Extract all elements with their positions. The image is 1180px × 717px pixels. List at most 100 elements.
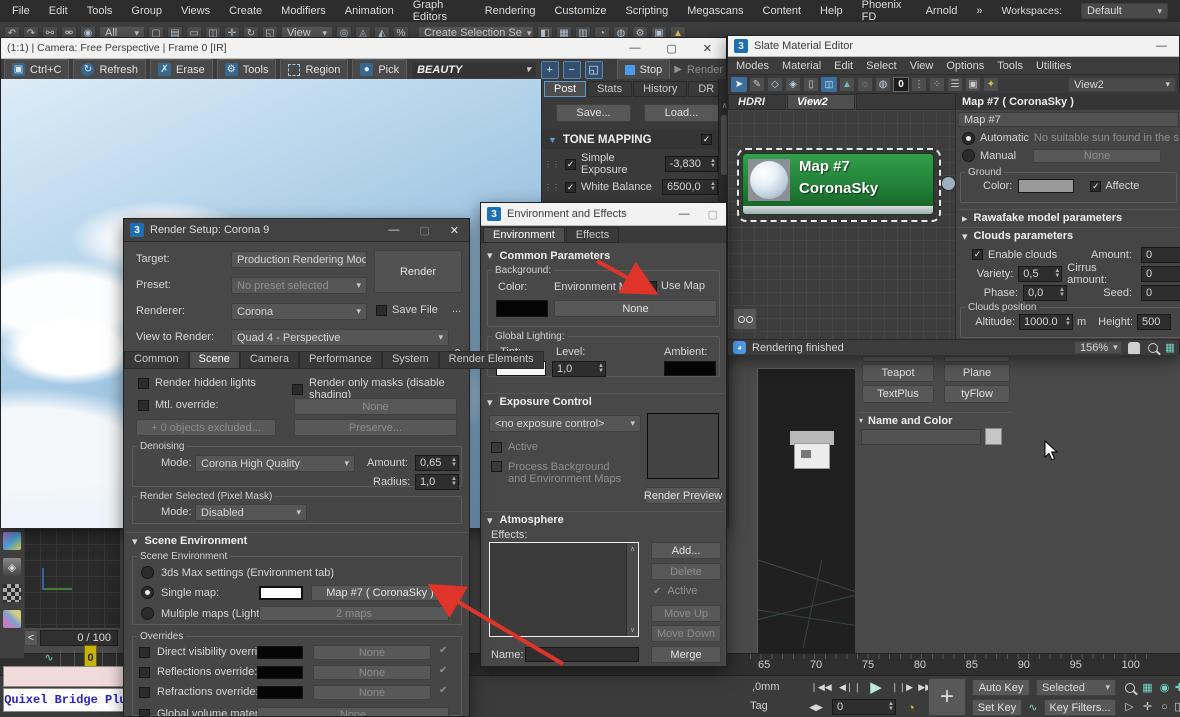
maximize-viewport-icon[interactable]: ✚ bbox=[1172, 680, 1180, 695]
atmosphere-add-button[interactable]: Add... bbox=[651, 542, 721, 559]
use-map-checkbox[interactable] bbox=[646, 281, 657, 292]
default-in-out-tangents-icon[interactable]: ∿ bbox=[1026, 700, 1040, 714]
ambient-swatch[interactable] bbox=[664, 361, 716, 376]
save-file-checkbox[interactable] bbox=[376, 305, 387, 316]
exposure-control-header[interactable]: ▾ Exposure Control bbox=[483, 393, 724, 410]
coronasky-node[interactable]: Map #7 CoronaSky bbox=[737, 148, 941, 222]
mtl-override-none-button[interactable]: None bbox=[294, 398, 457, 415]
workspace-dropdown[interactable]: Default bbox=[1081, 3, 1168, 19]
vfb-refresh-button[interactable]: ↻Refresh bbox=[73, 59, 146, 80]
set-key-button[interactable]: Set Key bbox=[972, 699, 1022, 716]
env-maximize-button[interactable]: ▢ bbox=[708, 208, 718, 221]
background-color-swatch[interactable] bbox=[496, 300, 548, 317]
enable-clouds-checkbox[interactable]: ✓ bbox=[972, 249, 983, 260]
layout-zero-icon[interactable]: 0 bbox=[893, 77, 909, 92]
slate-view-combo[interactable]: View2 bbox=[1068, 77, 1176, 92]
bottom-left-viewport[interactable] bbox=[24, 528, 120, 628]
global-volume-none-button[interactable]: None bbox=[257, 707, 449, 716]
slate-menu-view[interactable]: View bbox=[910, 60, 934, 72]
highlight-assets-icon[interactable]: ✦ bbox=[983, 77, 999, 92]
simple-exposure-spinner[interactable]: -3,830▲▼ bbox=[665, 156, 718, 172]
reflections-none-button[interactable]: None bbox=[313, 665, 431, 680]
variety-spinner[interactable]: 0,5▲▼ bbox=[1018, 266, 1062, 282]
render-hidden-lights-checkbox[interactable] bbox=[138, 378, 149, 389]
move-up-button[interactable]: Move Up bbox=[651, 605, 721, 622]
button-sliver[interactable] bbox=[944, 356, 1010, 362]
renderer-dropdown[interactable]: Corona bbox=[231, 303, 367, 320]
view-to-render-dropdown[interactable]: Quad 4 - Perspective bbox=[231, 329, 449, 346]
tab-empty[interactable] bbox=[856, 93, 956, 110]
single-map-button[interactable]: Map #7 ( CoronaSky ) bbox=[311, 585, 449, 601]
vfb-render-button[interactable]: ▶Render bbox=[674, 64, 723, 76]
merge-button[interactable]: Merge bbox=[651, 646, 721, 663]
vfb-erase-button[interactable]: ✗Erase bbox=[150, 59, 213, 80]
single-map-color-swatch[interactable] bbox=[259, 586, 303, 600]
atmosphere-header[interactable]: ▾ Atmosphere bbox=[483, 511, 724, 528]
field-of-view-icon[interactable]: ○ bbox=[1157, 699, 1172, 714]
mini-listener-pink[interactable] bbox=[3, 666, 135, 687]
seed-spinner[interactable]: 0 bbox=[1141, 285, 1180, 301]
tab-camera[interactable]: Camera bbox=[240, 351, 299, 369]
layers-macro-icon[interactable]: ◈ bbox=[3, 558, 21, 576]
exposure-control-dropdown[interactable]: <no exposure control> bbox=[489, 415, 641, 432]
preset-dropdown[interactable]: No preset selected bbox=[231, 277, 367, 294]
direct-visibility-none-button[interactable]: None bbox=[313, 645, 431, 660]
altitude-spinner[interactable]: 1000.0▲▼ bbox=[1019, 314, 1073, 330]
slate-menu-options[interactable]: Options bbox=[946, 60, 984, 72]
atmosphere-delete-button[interactable]: Delete bbox=[651, 563, 721, 580]
render-button[interactable]: Render bbox=[374, 250, 462, 293]
menu-edit[interactable]: Edit bbox=[49, 5, 68, 17]
target-dropdown[interactable]: Production Rendering Mode bbox=[231, 251, 367, 268]
zoom-in-icon[interactable]: + bbox=[541, 61, 559, 79]
slate-menu-modes[interactable]: Modes bbox=[736, 60, 769, 72]
play-icon[interactable]: ▶ bbox=[864, 677, 888, 697]
object-color-swatch[interactable] bbox=[985, 428, 1002, 445]
tab-common[interactable]: Common bbox=[124, 351, 189, 369]
move-children-icon[interactable]: ⁘ bbox=[929, 77, 945, 92]
vfb-pick-button[interactable]: ●Pick bbox=[352, 59, 407, 80]
vfb-tools-button[interactable]: ⚙Tools bbox=[217, 59, 277, 80]
tone-mapping-header[interactable]: ▼ TONE MAPPING ✓ bbox=[542, 130, 718, 149]
slate-menu-edit[interactable]: Edit bbox=[834, 60, 853, 72]
menu-scripting[interactable]: Scripting bbox=[625, 5, 668, 17]
menu-rendering[interactable]: Rendering bbox=[485, 5, 536, 17]
menu-help[interactable]: Help bbox=[820, 5, 843, 17]
tone-mapping-checkbox[interactable]: ✓ bbox=[701, 134, 712, 145]
layout-dots-icon[interactable]: ⋮ bbox=[911, 77, 927, 92]
move-down-button[interactable]: Move Down bbox=[651, 625, 721, 642]
clouds-amount-spinner[interactable]: 0 bbox=[1141, 247, 1180, 263]
previous-frame-small-button[interactable]: < bbox=[24, 630, 38, 646]
tab-stats[interactable]: Stats bbox=[587, 81, 632, 97]
simple-exposure-checkbox[interactable]: ✓ bbox=[565, 159, 576, 170]
mini-listener-white[interactable]: Quixel Bridge Plug bbox=[3, 688, 135, 712]
ground-color-swatch[interactable] bbox=[1018, 179, 1074, 193]
white-balance-checkbox[interactable]: ✓ bbox=[565, 182, 576, 193]
tab-system[interactable]: System bbox=[382, 351, 439, 369]
zoom-level-dropdown[interactable]: 156% bbox=[1074, 341, 1122, 354]
node-view[interactable]: Map #7 CoronaSky bbox=[728, 110, 956, 339]
direct-visibility-swatch[interactable] bbox=[257, 646, 303, 659]
tyflow-button[interactable]: tyFlow bbox=[944, 385, 1010, 403]
manual-sun-none-button[interactable]: None bbox=[1033, 149, 1161, 163]
zoom-magnifier-icon[interactable] bbox=[1146, 341, 1160, 354]
pan-view-icon[interactable]: ▦ bbox=[1140, 680, 1155, 695]
vfb-channel-dropdown[interactable]: BEAUTY bbox=[411, 61, 536, 79]
pan-hand-icon[interactable] bbox=[1128, 342, 1140, 354]
show-background-icon[interactable]: ◌ bbox=[857, 77, 873, 92]
node-thumbnail[interactable] bbox=[748, 159, 790, 201]
automatic-radio[interactable] bbox=[962, 132, 975, 145]
denoise-amount-spinner[interactable]: 0,65▲▼ bbox=[415, 455, 459, 471]
key-filters-button[interactable]: Key Filters... bbox=[1044, 699, 1116, 716]
rs-close-button[interactable]: ✕ bbox=[450, 224, 459, 237]
tab-hdri[interactable]: HDRI bbox=[728, 94, 786, 110]
maximize-toggle-icon[interactable]: ◨ bbox=[1172, 699, 1180, 714]
checker-macro-icon[interactable] bbox=[3, 584, 21, 602]
process-background-checkbox[interactable] bbox=[491, 461, 502, 472]
vfb-stop-button[interactable]: Stop bbox=[617, 59, 671, 80]
tab-effects[interactable]: Effects bbox=[566, 227, 619, 243]
vfb-close-button[interactable]: ✕ bbox=[703, 42, 712, 55]
multiple-maps-radio[interactable] bbox=[141, 607, 154, 620]
vfb-minimize-button[interactable]: — bbox=[629, 42, 640, 55]
reflections-override-checkbox[interactable] bbox=[139, 667, 150, 678]
assign-material-icon[interactable]: ◈ bbox=[785, 77, 801, 92]
